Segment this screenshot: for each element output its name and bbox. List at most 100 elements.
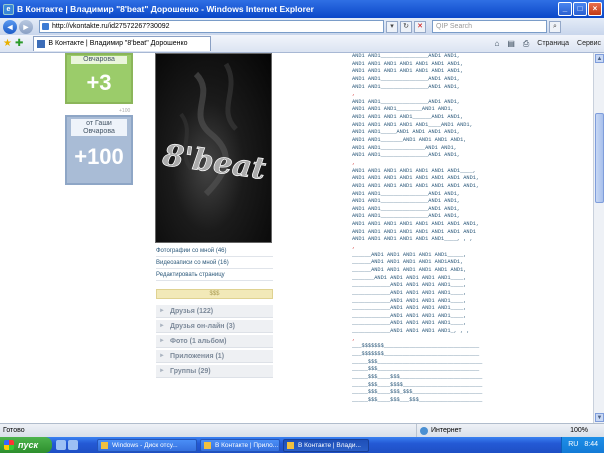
start-button[interactable]: пуск xyxy=(0,437,52,453)
ascii-line: _____$$$________________________________ xyxy=(352,366,480,373)
favorites-star-icon[interactable]: ★ xyxy=(3,38,12,49)
page-viewport: Овчарова +3 +100 от Гаши Овчарова +100 8… xyxy=(0,53,593,423)
add-favorite-icon[interactable]: ✚ xyxy=(15,38,23,49)
dropdown-arrow-icon[interactable]: ▾ xyxy=(386,20,398,33)
ascii-line: _______AND1 AND1 AND1 AND1 AND1____, xyxy=(352,274,467,281)
tab-active[interactable]: В Контакте | Владимир "8'beat" Дорошенко xyxy=(33,36,212,51)
ascii-line: AND1 AND1 AND1 AND1 AND1 AND1 AND1, xyxy=(352,68,464,75)
back-button[interactable]: ◄ xyxy=(3,19,17,34)
ascii-art-wall-post: AND1 AND1_______________AND1 AND1, AND1 A… xyxy=(352,53,512,404)
edit-page-link[interactable]: Редактировать страницу xyxy=(156,270,273,281)
scroll-down-icon[interactable]: ▼ xyxy=(595,413,604,422)
ascii-line: AND1 AND1 AND1 AND1 AND1 AND1 AND1 AND1, xyxy=(352,175,480,182)
ascii-line: ______AND1 AND1 AND1 AND1 AND1 AND1, xyxy=(352,266,467,273)
ascii-line: AND1 AND1 AND1 AND1 AND1 AND1 AND1 AND1, xyxy=(352,221,480,228)
section-apps[interactable]: Приложения (1) xyxy=(156,350,273,363)
ascii-line: ______AND1 AND1 AND1 AND1 AND1_____, xyxy=(352,251,467,258)
ascii-line: , xyxy=(352,159,356,166)
ascii-line: AND1 AND1_______________AND1 AND1, xyxy=(352,190,461,197)
section-friends[interactable]: Друзья (122) xyxy=(156,305,273,318)
ie-icon: e xyxy=(3,3,14,15)
ascii-line: ____________AND1 AND1 AND1 AND1____, xyxy=(352,320,467,327)
ascii-line: AND1 AND1_______________AND1 AND1, xyxy=(352,53,461,59)
ascii-line: AND1 AND1_______________AND1 AND1, xyxy=(352,83,461,90)
profile-photo[interactable]: 8'beat xyxy=(155,53,272,243)
graffiti-art: 8'beat xyxy=(159,62,268,197)
desktop-icon[interactable] xyxy=(56,440,66,450)
system-tray: RU 8:44 xyxy=(561,437,604,453)
ascii-line: AND1 AND1 AND1 AND1 AND1____AND1 AND1, xyxy=(352,121,473,128)
vote-card[interactable]: Овчарова +3 xyxy=(65,53,133,104)
stop-icon[interactable]: ✕ xyxy=(414,20,426,33)
window-titlebar: e В Контакте | Владимир "8'beat" Дорошен… xyxy=(0,0,604,18)
ascii-line: AND1 AND1_______________AND1 AND1, xyxy=(352,152,461,159)
close-button[interactable]: × xyxy=(588,2,602,16)
section-photos[interactable]: Фото (1 альбом) xyxy=(156,335,273,348)
ascii-line: ____________AND1 AND1 AND1 AND1____, xyxy=(352,312,467,319)
ascii-line: AND1 AND1 AND1 AND1 AND1 AND1 AND1 AND1, xyxy=(352,182,480,189)
ascii-line: , xyxy=(352,335,356,342)
section-groups[interactable]: Группы (29) xyxy=(156,365,273,378)
vote-card[interactable]: от Гаши Овчарова +100 xyxy=(65,115,133,185)
clock: 8:44 xyxy=(584,441,598,448)
art-text: 8'beat xyxy=(160,138,268,187)
search-icon[interactable]: ⌕ xyxy=(549,20,561,33)
ie-quicklaunch-icon[interactable] xyxy=(68,440,78,450)
taskbar-item[interactable]: Windows - Диск отсу... xyxy=(97,438,197,452)
ascii-line: _____$$$____$$$$________________________… xyxy=(352,381,483,388)
rating-bar: $$$ xyxy=(156,289,273,299)
ascii-line: _____$$$____$$$_$$$_____________________… xyxy=(352,389,483,396)
ascii-line: , xyxy=(352,244,356,251)
section-friends-online[interactable]: Друзья он-лайн (3) xyxy=(156,320,273,333)
photos-with-me-link[interactable]: Фотографии со мной (46) xyxy=(156,246,273,257)
feeds-icon[interactable]: ▤ xyxy=(507,39,515,48)
ascii-line: ____________AND1 AND1 AND1 AND1_, , , xyxy=(352,328,470,335)
window-controls: _ □ × xyxy=(558,2,602,16)
taskbar-item[interactable]: В Контакте | Прило... xyxy=(200,438,280,452)
vote-extra: +100 xyxy=(119,108,131,114)
scroll-up-icon[interactable]: ▲ xyxy=(595,54,604,63)
ascii-line: ____________AND1 AND1 AND1 AND1____, xyxy=(352,282,467,289)
ascii-line: ____________AND1 AND1 AND1 AND1____, xyxy=(352,305,467,312)
tools-menu[interactable]: Сервис xyxy=(577,40,601,47)
videos-with-me-link[interactable]: Видеозаписи со мной (16) xyxy=(156,258,273,269)
ascii-line: AND1 AND1_______________AND1 AND1, xyxy=(352,75,461,82)
search-input[interactable]: QIP Search xyxy=(432,20,547,33)
ascii-line: _____$$$________________________________… xyxy=(352,358,483,365)
language-indicator[interactable]: RU xyxy=(568,437,578,453)
ascii-line: AND1 AND1_______AND1 AND1 AND1 AND1, xyxy=(352,137,467,144)
vote-label: от Гаши Овчарова xyxy=(71,119,127,136)
home-icon[interactable]: ⌂ xyxy=(494,39,499,48)
ascii-line: _____$$$____$$$_________________________… xyxy=(352,373,483,380)
ascii-line: ___$$$$$$$______________________________ xyxy=(352,350,480,357)
ascii-line: AND1 AND1 AND1 AND1______AND1 AND1, xyxy=(352,114,464,121)
ascii-line: AND1 AND1 AND1 AND1 AND1 AND1 AND1, xyxy=(352,60,464,67)
refresh-icon[interactable]: ↻ xyxy=(400,20,412,33)
ascii-line: ______AND1 AND1 AND1 AND1 AND1AND1, xyxy=(352,259,464,266)
url-field[interactable]: http://vkontakte.ru/id27572267?30092 xyxy=(39,20,384,33)
ascii-line: , xyxy=(352,91,356,98)
ascii-line: AND1 AND1_____AND1 AND1 AND1 AND1, xyxy=(352,129,461,136)
quick-launch xyxy=(56,440,94,450)
status-bar: Готово Интернет 100% xyxy=(0,423,604,437)
window-title: В Контакте | Владимир "8'beat" Дорошенко… xyxy=(17,4,314,14)
ascii-line: AND1 AND1______________AND1 AND1, xyxy=(352,144,457,151)
status-text: Готово xyxy=(3,427,25,434)
vote-value: +3 xyxy=(86,70,112,95)
command-bar: ★ ✚ В Контакте | Владимир "8'beat" Дорош… xyxy=(0,35,604,53)
ascii-line: ___$$$$$$$______________________________ xyxy=(352,343,480,350)
scroll-thumb[interactable] xyxy=(595,113,604,203)
vertical-scrollbar[interactable]: ▲ ▼ xyxy=(593,53,604,423)
maximize-button[interactable]: □ xyxy=(573,2,587,16)
print-icon[interactable]: ⎙ xyxy=(523,39,529,49)
vote-label: Овчарова xyxy=(71,56,127,64)
minimize-button[interactable]: _ xyxy=(558,2,572,16)
page-menu[interactable]: Страница xyxy=(537,40,569,47)
zoom-level[interactable]: 100% xyxy=(570,424,604,437)
forward-button[interactable]: ► xyxy=(19,19,33,34)
ascii-line: AND1 AND1 AND1________AND1 AND1, xyxy=(352,106,454,113)
taskbar-item-active[interactable]: В Контакте | Влади... xyxy=(283,438,369,452)
internet-zone: Интернет xyxy=(416,424,516,437)
ascii-line: ____________AND1 AND1 AND1 AND1____, xyxy=(352,289,467,296)
ascii-line: AND1 AND1_______________AND1 AND1, xyxy=(352,213,461,220)
